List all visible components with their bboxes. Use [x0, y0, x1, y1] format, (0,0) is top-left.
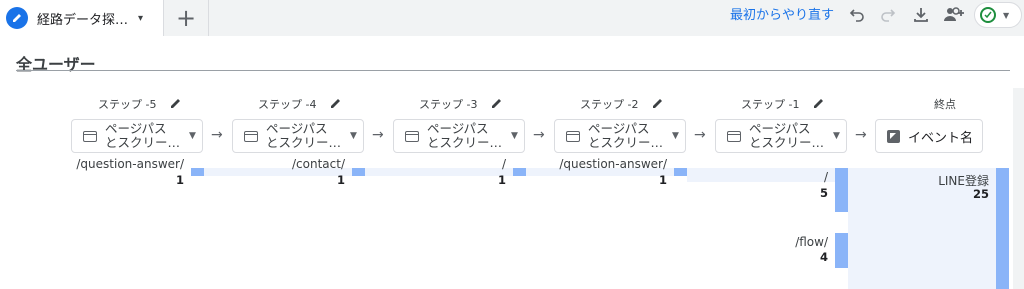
status-ok-icon — [980, 7, 996, 23]
caret-down-icon: ▼ — [511, 131, 518, 141]
status-dropdown[interactable]: ▼ — [974, 2, 1022, 28]
node-bar[interactable] — [513, 168, 526, 176]
dimension-icon — [566, 130, 580, 142]
node-path-label: /question-answer/ — [559, 157, 667, 171]
step-label-4: ステップ -4 — [258, 96, 342, 112]
edit-pencil-icon[interactable] — [652, 97, 664, 112]
step-dimension-select[interactable]: ページパス とスクリー… ▼ — [715, 119, 847, 153]
cursor-click-icon — [887, 129, 900, 143]
step-dimension-select[interactable]: ページパス とスクリー… ▼ — [232, 119, 364, 153]
arrow-right-icon: → — [694, 127, 706, 143]
step-dimension-text: ページパス とスクリー… — [588, 121, 664, 150]
edit-pencil-icon[interactable] — [170, 97, 182, 112]
pencil-icon — [6, 7, 28, 29]
chevron-down-icon: ▼ — [1003, 10, 1010, 20]
caret-down-icon: ▼ — [672, 131, 679, 141]
endpoint-dimension-select[interactable]: イベント名 — [875, 119, 983, 153]
dimension-icon — [244, 130, 258, 142]
step-dimension-text: ページパス とスクリー… — [105, 121, 181, 150]
step-label-3: ステップ -3 — [419, 96, 503, 112]
edit-pencil-icon[interactable] — [491, 97, 503, 112]
step-label-text: ステップ -1 — [741, 98, 800, 111]
arrow-right-icon: → — [211, 127, 223, 143]
step-label-text: ステップ -4 — [258, 98, 317, 111]
arrow-right-icon: → — [533, 127, 545, 143]
dimension-icon — [405, 130, 419, 142]
step-label-text: ステップ -3 — [419, 98, 478, 111]
add-tab-button[interactable]: + — [164, 0, 209, 36]
undo-icon[interactable] — [847, 4, 867, 24]
arrow-right-icon: → — [372, 127, 384, 143]
step-label-1: ステップ -1 — [741, 96, 825, 112]
dimension-icon — [727, 130, 741, 142]
step-dimension-select[interactable]: ページパス とスクリー… ▼ — [554, 119, 686, 153]
segment-title: 全ユーザー — [16, 55, 96, 74]
step-dimension-text: ページパス とスクリー… — [427, 121, 503, 150]
node-bar[interactable] — [352, 168, 365, 176]
node-bar[interactable] — [835, 168, 848, 212]
node-bar[interactable] — [674, 168, 687, 176]
redo-icon[interactable] — [878, 4, 898, 24]
flow-band — [365, 168, 513, 176]
step-dimension-text: ページパス とスクリー… — [266, 121, 342, 150]
node-path-label: / — [823, 170, 828, 184]
dimension-icon — [83, 130, 97, 142]
node-count: 4 — [819, 250, 828, 264]
step-dimension-select[interactable]: ページパス とスクリー… ▼ — [393, 119, 525, 153]
node-count: 25 — [972, 187, 989, 201]
tab-title: 経路データ探… — [37, 12, 129, 28]
node-bar[interactable] — [835, 233, 848, 268]
node-bar[interactable] — [191, 168, 204, 176]
node-count: 1 — [658, 173, 667, 187]
edit-pencil-icon[interactable] — [330, 97, 342, 112]
flow-band — [687, 168, 835, 182]
download-icon[interactable] — [911, 4, 931, 24]
scrollbar[interactable] — [1013, 88, 1024, 289]
step-label-2: ステップ -2 — [580, 96, 664, 112]
node-path-label: /contact/ — [292, 157, 345, 171]
exploration-tab[interactable]: 経路データ探… ▾ — [0, 0, 164, 36]
tab-caret-icon[interactable]: ▾ — [138, 13, 143, 24]
step-dimension-text: ページパス とスクリー… — [749, 121, 825, 150]
endpoint-label: 終点 — [934, 98, 956, 111]
node-path-label: /flow/ — [795, 235, 828, 249]
node-count: 1 — [497, 173, 506, 187]
arrow-right-icon: → — [855, 127, 867, 143]
step-label-5: ステップ -5 — [98, 96, 182, 112]
node-count: 1 — [175, 173, 184, 187]
share-user-icon[interactable] — [942, 4, 966, 24]
segment-divider — [16, 70, 1010, 71]
step-label-text: ステップ -5 — [98, 98, 157, 111]
restart-button[interactable]: 最初からやり直す — [730, 4, 834, 23]
node-path-label: /question-answer/ — [76, 157, 184, 171]
node-path-label: / — [501, 157, 506, 171]
node-bar[interactable] — [996, 168, 1009, 289]
caret-down-icon: ▼ — [189, 131, 196, 141]
endpoint-dimension-text: イベント名 — [908, 130, 974, 146]
node-count: 5 — [819, 186, 828, 200]
caret-down-icon: ▼ — [833, 131, 840, 141]
node-count: 1 — [336, 173, 345, 187]
step-dimension-select[interactable]: ページパス とスクリー… ▼ — [71, 119, 203, 153]
caret-down-icon: ▼ — [350, 131, 357, 141]
edit-pencil-icon[interactable] — [813, 97, 825, 112]
step-label-text: ステップ -2 — [580, 98, 639, 111]
